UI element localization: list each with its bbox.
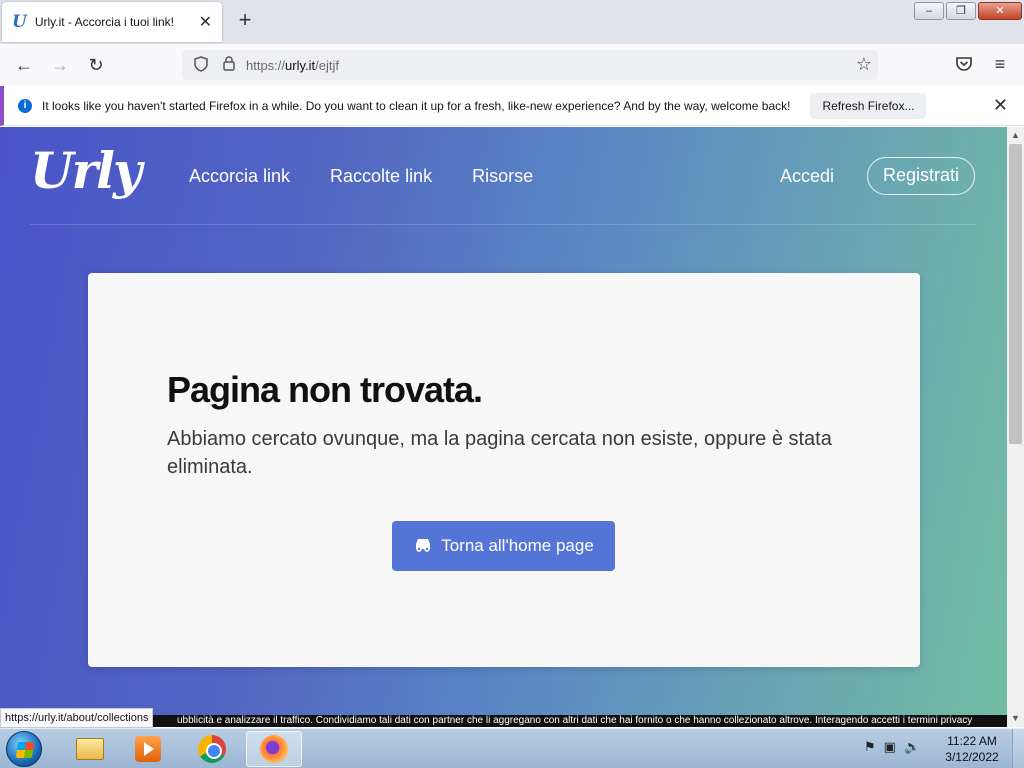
- page-title: Pagina non trovata.: [167, 369, 483, 410]
- pocket-icon[interactable]: [954, 55, 974, 75]
- back-button[interactable]: ←: [12, 53, 36, 77]
- clock-time: 11:22 AM: [947, 734, 997, 748]
- url-scheme: https://: [246, 57, 286, 73]
- urly-favicon-icon: U: [12, 12, 27, 32]
- window-controls: – ❐ ✕: [914, 2, 1022, 20]
- chrome-icon[interactable]: [184, 731, 240, 767]
- nav-raccolte-link[interactable]: Raccolte link: [330, 166, 432, 187]
- nav-accorcia-link[interactable]: Accorcia link: [189, 166, 290, 187]
- navigation-toolbar: ← → ↻ https://urly.it/ejtjf ☆ ≡: [0, 44, 1024, 86]
- scroll-thumb[interactable]: [1009, 144, 1022, 444]
- car-icon: [413, 536, 433, 557]
- page-viewport: Urly Accorcia link Raccolte link Risorse…: [0, 127, 1007, 715]
- tab-bar: U Urly.it - Accorcia i tuoi link! ✕ + – …: [0, 0, 1024, 44]
- lock-icon[interactable]: [218, 56, 240, 74]
- shield-icon[interactable]: [190, 55, 212, 75]
- not-found-card: Pagina non trovata. Abbiamo cercato ovun…: [88, 273, 920, 667]
- register-button[interactable]: Registrati: [867, 157, 975, 195]
- firefox-icon[interactable]: [246, 731, 302, 767]
- address-bar[interactable]: https://urly.it/ejtjf ☆: [182, 50, 878, 80]
- site-main-nav: Accorcia link Raccolte link Risorse: [189, 166, 533, 187]
- minimize-button[interactable]: –: [914, 2, 944, 20]
- nav-risorse[interactable]: Risorse: [472, 166, 533, 187]
- header-divider: [30, 224, 975, 225]
- media-player-icon[interactable]: [120, 731, 176, 767]
- notification-close-icon[interactable]: ✕: [993, 95, 1008, 116]
- hamburger-menu-icon[interactable]: ≡: [990, 54, 1010, 74]
- volume-icon[interactable]: 🔈: [904, 739, 920, 755]
- tab-close-icon[interactable]: ✕: [199, 12, 212, 32]
- back-to-home-label: Torna all'home page: [441, 536, 594, 555]
- action-center-icon[interactable]: ⚑: [864, 739, 876, 755]
- url-path: /ejtjf: [315, 57, 339, 73]
- reload-button[interactable]: ↻: [84, 53, 108, 77]
- tab-title: Urly.it - Accorcia i tuoi link!: [34, 15, 174, 29]
- system-tray: ⚑ ▣ 🔈: [864, 739, 920, 755]
- error-message: Abbiamo cercato ovunque, ma la pagina ce…: [167, 428, 832, 478]
- clock[interactable]: 11:22 AM 3/12/2022: [936, 733, 1008, 765]
- login-link[interactable]: Accedi: [780, 166, 834, 187]
- show-desktop-button[interactable]: [1012, 729, 1024, 768]
- bookmark-star-icon[interactable]: ☆: [856, 54, 872, 75]
- network-icon[interactable]: ▣: [884, 739, 896, 755]
- info-icon: i: [18, 98, 32, 113]
- notification-text: It looks like you haven't started Firefo…: [42, 98, 791, 113]
- new-tab-button[interactable]: +: [234, 9, 256, 32]
- windows-explorer-icon[interactable]: [62, 731, 118, 767]
- urly-logo[interactable]: Urly: [30, 141, 142, 200]
- refresh-firefox-button[interactable]: Refresh Firefox...: [810, 92, 927, 119]
- url-host: urly.it: [285, 57, 316, 73]
- scroll-up-icon[interactable]: ▲: [1007, 127, 1024, 144]
- start-button[interactable]: [6, 731, 42, 767]
- page-scrollbar[interactable]: ▲ ▼: [1007, 127, 1024, 727]
- close-window-button[interactable]: ✕: [978, 2, 1022, 20]
- back-to-home-button[interactable]: Torna all'home page: [392, 521, 615, 571]
- windows-taskbar: ⚑ ▣ 🔈 11:22 AM 3/12/2022: [0, 728, 1024, 768]
- status-link-preview: https://urly.it/about/collections: [0, 708, 154, 728]
- restore-button[interactable]: ❐: [946, 2, 976, 20]
- firefox-notification-bar: i It looks like you haven't started Fire…: [0, 86, 1024, 126]
- tab-urly[interactable]: U Urly.it - Accorcia i tuoi link! ✕: [2, 2, 222, 42]
- scroll-down-icon[interactable]: ▼: [1007, 710, 1024, 727]
- forward-button[interactable]: →: [48, 53, 72, 77]
- clock-date: 3/12/2022: [945, 750, 999, 764]
